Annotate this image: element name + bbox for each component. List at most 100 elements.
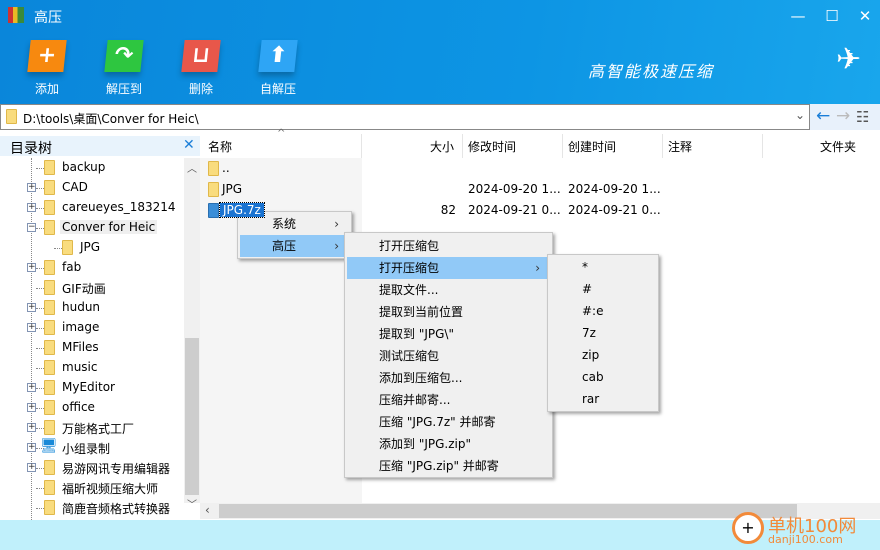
tree-connector xyxy=(36,488,44,489)
minimize-button[interactable]: — xyxy=(788,7,808,25)
file-row[interactable]: .. xyxy=(200,158,880,179)
expander-icon[interactable]: + xyxy=(27,423,36,432)
window-title: 高压 xyxy=(34,10,62,26)
tree-item-label: office xyxy=(62,400,95,414)
forward-arrow-icon[interactable]: → xyxy=(836,106,850,126)
column-header-created[interactable]: 创建时间 xyxy=(568,138,616,155)
column-header-comment[interactable]: 注释 xyxy=(668,138,692,155)
folder-icon xyxy=(44,180,55,195)
expander-icon[interactable]: − xyxy=(27,223,36,232)
tree-item[interactable]: GIF动画 xyxy=(0,278,184,298)
folder-icon xyxy=(44,340,55,355)
menu-item[interactable]: 打开压缩包 xyxy=(347,235,550,257)
tree-item[interactable]: 简鹿音频格式转换器 xyxy=(0,498,184,518)
tree-item[interactable]: backup xyxy=(0,158,184,178)
tree-connector xyxy=(36,208,44,209)
folder-icon xyxy=(44,260,55,275)
scroll-up-icon[interactable]: ︿ xyxy=(187,160,197,175)
expander-icon[interactable]: + xyxy=(27,383,36,392)
menu-item[interactable]: 测试压缩包 xyxy=(347,345,550,367)
menu-item[interactable]: 压缩并邮寄... xyxy=(347,389,550,411)
chevron-down-icon[interactable]: ⌄ xyxy=(795,108,805,122)
toolbar-button-0[interactable]: + 添加 xyxy=(12,40,82,97)
expander-icon[interactable]: + xyxy=(27,403,36,412)
tree-item[interactable]: 福昕视频压缩大师 xyxy=(0,478,184,498)
toolbar-label: 删除 xyxy=(188,82,213,96)
tree-item[interactable]: + 万能格式工厂 xyxy=(0,418,184,438)
menu-item[interactable]: 高压 › xyxy=(240,235,349,257)
menu-item[interactable]: 提取文件... xyxy=(347,279,550,301)
back-arrow-icon[interactable]: ← xyxy=(816,106,830,126)
toolbar-button-3[interactable]: ⬆ 自解压 xyxy=(243,40,313,97)
tree-item-label: 小组录制 xyxy=(62,442,111,456)
menu-item[interactable]: 添加到 "JPG.zip" xyxy=(347,433,550,455)
folder-icon xyxy=(6,109,17,124)
column-header-modified[interactable]: 修改时间 xyxy=(468,138,516,155)
column-divider xyxy=(462,134,463,158)
file-row[interactable]: JPG.7z 82 2024-09-21 0... 2024-09-21 0... xyxy=(200,200,880,221)
close-button[interactable]: ✕ xyxy=(855,7,875,25)
menu-item[interactable]: cab xyxy=(550,366,656,388)
expander-icon[interactable]: + xyxy=(27,303,36,312)
tree-item[interactable]: MFiles xyxy=(0,338,184,358)
tree-item[interactable]: + CAD xyxy=(0,178,184,198)
expander-icon[interactable]: + xyxy=(27,443,36,452)
folder-icon xyxy=(44,200,55,215)
app-logo-icon xyxy=(8,7,24,23)
menu-item[interactable]: 提取到 "JPG\" xyxy=(347,323,550,345)
tree-item[interactable]: + 易游网讯专用编辑器 xyxy=(0,458,184,478)
tree-item-label: 简鹿音频格式转换器 xyxy=(62,502,171,516)
tree-item[interactable]: + image xyxy=(0,318,184,338)
tree-item[interactable]: − Conver for Heic xyxy=(0,218,184,238)
tree-connector xyxy=(36,308,44,309)
maximize-button[interactable]: ☐ xyxy=(822,7,842,25)
column-header-folder[interactable]: 文件夹 xyxy=(820,138,856,155)
view-list-icon[interactable]: ☷ xyxy=(856,108,869,126)
tree-item-label: image xyxy=(62,320,100,334)
menu-item[interactable]: 提取到当前位置 xyxy=(347,301,550,323)
tree-scroll-thumb[interactable] xyxy=(185,338,199,495)
tree-item[interactable]: + office xyxy=(0,398,184,418)
tree-connector xyxy=(36,408,44,409)
menu-item[interactable]: zip xyxy=(550,344,656,366)
toolbar-button-2[interactable]: ⊔ 删除 xyxy=(166,40,236,97)
menu-item[interactable]: 压缩 "JPG.7z" 并邮寄 xyxy=(347,411,550,433)
menu-item[interactable]: 7z xyxy=(550,322,656,344)
expander-icon[interactable]: + xyxy=(27,323,36,332)
close-tree-icon[interactable]: ✕ xyxy=(183,137,195,153)
column-header-size[interactable]: 大小 xyxy=(430,138,454,155)
toolbar-label: 解压到 xyxy=(105,82,142,96)
scroll-down-icon[interactable]: ﹀ xyxy=(187,496,197,511)
expander-icon[interactable]: + xyxy=(27,263,36,272)
tree-item[interactable]: music xyxy=(0,358,184,378)
tree-connector xyxy=(36,368,44,369)
plus-icon: + xyxy=(27,40,67,72)
menu-item[interactable]: 压缩 "JPG.zip" 并邮寄 xyxy=(347,455,550,477)
menu-item[interactable]: # xyxy=(550,278,656,300)
column-divider xyxy=(762,134,763,158)
tree-item[interactable]: + fab xyxy=(0,258,184,278)
menu-item[interactable]: * xyxy=(550,256,656,278)
tree-item[interactable]: + careueyes_183214 xyxy=(0,198,184,218)
tree-item-label: CAD xyxy=(62,180,88,194)
tree-item[interactable]: JPG xyxy=(0,238,184,258)
expander-icon[interactable]: + xyxy=(27,463,36,472)
folder-icon xyxy=(44,420,55,435)
column-header-name[interactable]: 名称 xyxy=(208,138,232,155)
upload-arrow-icon: ⬆ xyxy=(258,40,298,72)
menu-item[interactable]: 添加到压缩包... xyxy=(347,367,550,389)
horizontal-scroll-thumb[interactable] xyxy=(219,504,797,518)
toolbar-button-1[interactable]: ↷ 解压到 xyxy=(89,40,159,97)
tree-item[interactable]: + hudun xyxy=(0,298,184,318)
tree-item[interactable]: + MyEditor xyxy=(0,378,184,398)
menu-item[interactable]: 打开压缩包 › xyxy=(347,257,550,279)
menu-item[interactable]: #:e xyxy=(550,300,656,322)
tree-item[interactable]: + 🖥 小组录制 xyxy=(0,438,184,458)
tree-item-label: 易游网讯专用编辑器 xyxy=(62,462,171,476)
expander-icon[interactable]: + xyxy=(27,203,36,212)
file-row[interactable]: JPG 2024-09-20 1... 2024-09-20 1... xyxy=(200,179,880,200)
scroll-left-icon[interactable]: ‹ xyxy=(205,503,210,517)
address-bar[interactable]: D:\tools\桌面\Conver for Heic\ ⌄ xyxy=(0,104,810,130)
menu-item[interactable]: rar xyxy=(550,388,656,410)
expander-icon[interactable]: + xyxy=(27,183,36,192)
